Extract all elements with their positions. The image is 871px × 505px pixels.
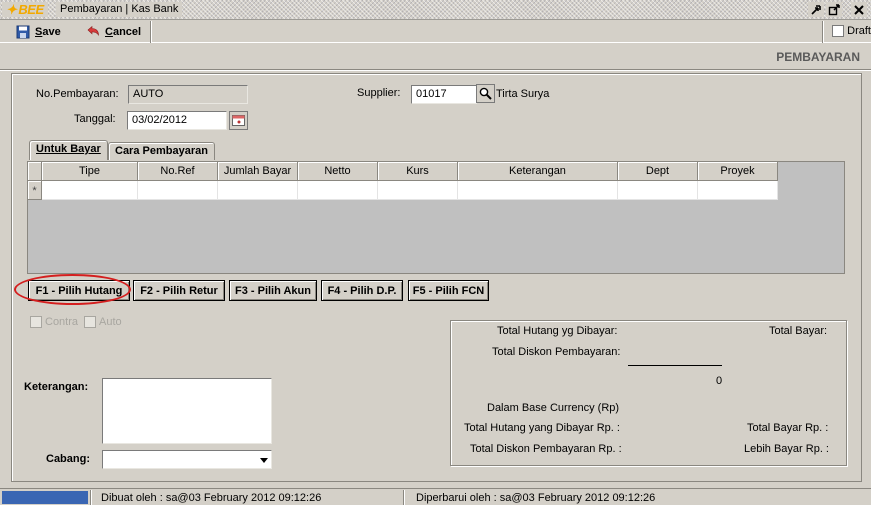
auto-checkbox[interactable]: Auto (84, 316, 122, 328)
pilih-akun-button[interactable]: F3 - Pilih Akun (229, 280, 317, 301)
total-hutang-rp-label: Total Hutang yang Dibayar Rp. : (464, 422, 620, 434)
cancel-label: ancel (112, 26, 142, 38)
grid-cell[interactable] (138, 181, 218, 200)
pilih-dp-button[interactable]: F4 - Pilih D.P. (321, 280, 403, 301)
app-logo: ✦ BEE (2, 2, 48, 17)
logo-icon: ✦ (6, 2, 17, 17)
grid-cell[interactable] (42, 181, 138, 200)
status-bar: Dibuat oleh : sa@03 February 2012 09:12:… (0, 488, 871, 505)
contra-label: Contra (45, 316, 79, 328)
total-bayar-label: Total Bayar: (769, 325, 828, 337)
grid-cell[interactable] (218, 181, 298, 200)
header-divider (0, 69, 871, 71)
cabang-label: Cabang: (46, 453, 90, 465)
new-row-indicator: * (28, 181, 42, 200)
contra-checkbox[interactable]: Contra (30, 316, 78, 328)
supplier-name: Tirta Surya (496, 88, 550, 100)
payment-grid[interactable]: Tipe No.Ref Jumlah Bayar Netto Kurs Kete… (27, 161, 845, 274)
lebih-bayar-rp-label: Lebih Bayar Rp. : (744, 443, 829, 455)
window-title: Pembayaran | Kas Bank (56, 2, 183, 17)
tab-untuk-bayar-label: Untuk Bayar (36, 143, 101, 155)
pilih-retur-button[interactable]: F2 - Pilih Retur (133, 280, 225, 301)
tab-cara-pembayaran-label: Cara Pembayaran (115, 145, 208, 157)
toolbar-separator (822, 21, 824, 43)
total-hutang-dibayar-label: Total Hutang yg Dibayar: (497, 325, 618, 337)
calendar-button[interactable] (229, 111, 248, 130)
logo-text: BEE (18, 2, 44, 17)
pilih-hutang-button[interactable]: F1 - Pilih Hutang (28, 280, 130, 301)
grid-col-proyek[interactable]: Proyek (698, 162, 778, 181)
auto-check[interactable] (84, 316, 96, 328)
calendar-icon (232, 115, 245, 126)
auto-label: Auto (99, 316, 122, 328)
status-progress (2, 491, 88, 504)
tanggal-field[interactable]: 03/02/2012 (127, 111, 227, 130)
grid-col-jumlah-bayar[interactable]: Jumlah Bayar (218, 162, 298, 181)
save-button[interactable]: Save (16, 23, 61, 41)
total-underline (628, 365, 722, 366)
cabang-select[interactable] (102, 450, 272, 469)
close-icon[interactable] (851, 2, 867, 17)
chevron-down-icon[interactable] (260, 458, 268, 463)
draft-label: Draft (847, 25, 871, 37)
total-sum-value: 0 (716, 375, 723, 387)
total-bayar-rp-label: Total Bayar Rp. : (747, 422, 829, 434)
save-icon (16, 25, 30, 39)
toolbar-separator (150, 21, 152, 43)
supplier-code-field[interactable]: 01017 (411, 85, 477, 104)
grid-col-kurs[interactable]: Kurs (378, 162, 458, 181)
keterangan-textarea[interactable] (102, 378, 272, 444)
search-icon (479, 87, 492, 100)
grid-cell[interactable] (618, 181, 698, 200)
status-separator (90, 490, 92, 505)
draft-check[interactable] (832, 25, 845, 37)
title-bar: ✦ BEE Pembayaran | Kas Bank (0, 0, 871, 20)
total-diskon-rp-label: Total Diskon Pembayaran Rp. : (470, 443, 622, 455)
save-label: ave (42, 26, 61, 38)
grid-cell[interactable] (378, 181, 458, 200)
tab-cara-pembayaran[interactable]: Cara Pembayaran (108, 142, 215, 160)
table-row[interactable]: * (28, 181, 778, 200)
tanggal-value: 03/02/2012 (132, 114, 188, 126)
keterangan-label: Keterangan: (24, 381, 89, 393)
status-created: Dibuat oleh : sa@03 February 2012 09:12:… (101, 492, 322, 504)
grid-cell[interactable] (458, 181, 618, 200)
grid-cell[interactable] (698, 181, 778, 200)
grid-col-dept[interactable]: Dept (618, 162, 698, 181)
no-pembayaran-field: AUTO (128, 85, 248, 104)
supplier-label: Supplier: (357, 87, 401, 99)
contra-check[interactable] (30, 316, 42, 328)
grid-header: Tipe No.Ref Jumlah Bayar Netto Kurs Kete… (28, 162, 778, 181)
cancel-button[interactable]: Cancel (86, 23, 141, 41)
base-currency-label: Dalam Base Currency (Rp) (487, 402, 620, 414)
pilih-fcn-button[interactable]: F5 - Pilih FCN (408, 280, 489, 301)
grid-cell[interactable] (298, 181, 378, 200)
grid-col-keterangan[interactable]: Keterangan (458, 162, 618, 181)
grid-header-indicator (28, 162, 42, 181)
grid-col-netto[interactable]: Netto (298, 162, 378, 181)
tanggal-label: Tanggal: (74, 113, 116, 125)
draft-checkbox[interactable]: Draft (832, 25, 871, 37)
grid-col-noref[interactable]: No.Ref (138, 162, 218, 181)
no-pembayaran-label: No.Pembayaran: (36, 88, 119, 100)
total-diskon-label: Total Diskon Pembayaran: (492, 346, 621, 358)
page-title: PEMBAYARAN (776, 50, 860, 64)
restore-icon[interactable] (808, 2, 824, 17)
tab-untuk-bayar[interactable]: Untuk Bayar (29, 140, 108, 160)
cancel-hotkey: C (105, 26, 113, 38)
supplier-search-button[interactable] (476, 84, 495, 103)
toolbar: Save Cancel Draft (0, 21, 871, 43)
maximize-icon[interactable] (826, 2, 842, 17)
grid-col-tipe[interactable]: Tipe (42, 162, 138, 181)
undo-icon (87, 25, 99, 37)
status-updated: Diperbarui oleh : sa@03 February 2012 09… (416, 492, 656, 504)
status-separator (403, 490, 405, 505)
